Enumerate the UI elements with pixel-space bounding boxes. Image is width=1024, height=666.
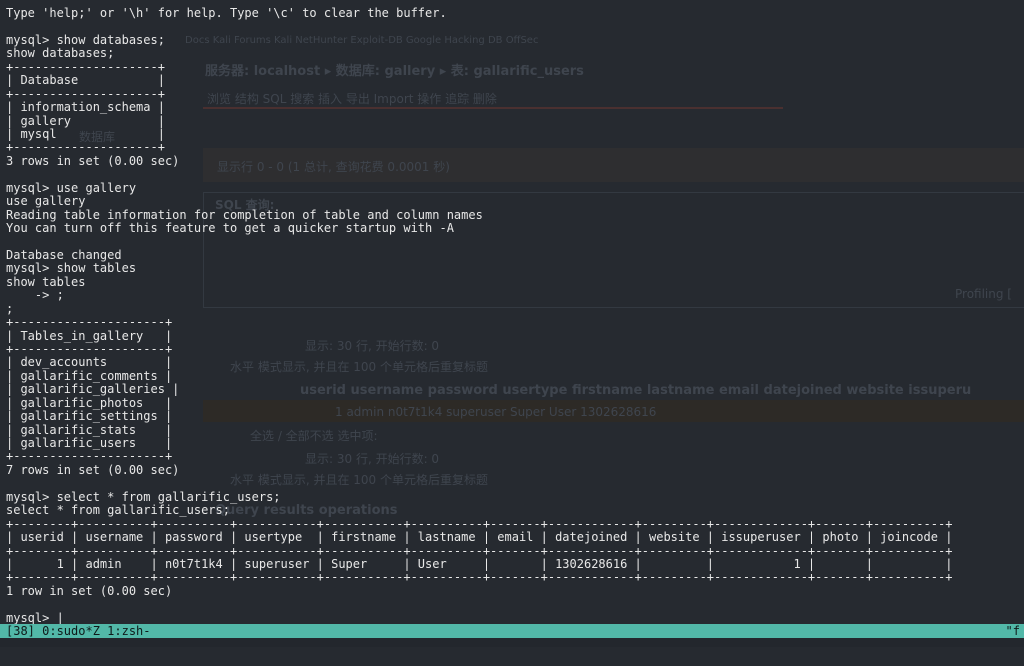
terminal-line: 3 rows in set (0.00 sec) (6, 153, 180, 168)
terminal-line: Type 'help;' or '\h' for help. Type '\c'… (6, 6, 447, 20)
terminal-line: | 1 | admin | n0t7t1k4 | superuser | Sup… (6, 556, 953, 571)
terminal-line: ; (6, 301, 14, 316)
terminal-line: | gallery | (6, 113, 165, 128)
terminal-line: Database changed (6, 247, 122, 262)
terminal-line: | gallarific_stats | (6, 422, 173, 437)
terminal-line: | gallarific_photos | (6, 395, 173, 410)
terminal-line: show databases; (6, 46, 115, 61)
terminal-line: | Tables_in_gallery | (6, 328, 173, 343)
terminal-line: +---------------------+ (6, 315, 173, 330)
terminal-output[interactable]: Type 'help;' or '\h' for help. Type '\c'… (6, 6, 1024, 625)
terminal-line: use gallery (6, 194, 86, 209)
terminal-line: | gallarific_users | (6, 436, 173, 450)
terminal-line: mysql> show tables (6, 261, 137, 276)
terminal-line: Reading table information for completion… (6, 207, 483, 222)
terminal-line: show tables (6, 274, 86, 289)
terminal-line: +--------+----------+----------+--------… (6, 570, 953, 585)
terminal-line: +---------------------+ (6, 341, 173, 356)
terminal-line: | dev_accounts | (6, 355, 173, 370)
terminal-line: | gallarific_comments | (6, 368, 173, 383)
tmux-status-right: "f (1005, 624, 1020, 638)
terminal-line: 7 rows in set (0.00 sec) (6, 462, 180, 477)
terminal-line: mysql> select * from gallarific_users; (6, 489, 281, 504)
tmux-window-list[interactable]: [38] 0:sudo*Z 1:zsh- (6, 624, 151, 638)
terminal-line: +--------------------+ (6, 86, 165, 101)
terminal-line: select * from gallarific_users; (6, 503, 230, 518)
terminal-line: | information_schema | (6, 100, 165, 115)
terminal-line: | gallarific_galleries | (6, 382, 180, 397)
window-bottom-edge (0, 638, 1024, 647)
terminal-line: mysql> show databases; (6, 32, 165, 47)
terminal-line: +---------------------+ (6, 449, 173, 464)
terminal-line: mysql> use gallery (6, 180, 137, 195)
terminal-line: | gallarific_settings | (6, 409, 173, 424)
terminal-line: -> ; (6, 288, 64, 303)
tmux-status-bar: [38] 0:sudo*Z 1:zsh- "f (0, 624, 1024, 638)
terminal-line: 1 row in set (0.00 sec) (6, 583, 173, 598)
terminal-line: +--------+----------+----------+--------… (6, 516, 953, 531)
terminal-line: | Database | (6, 73, 165, 88)
terminal-line: +--------------------+ (6, 59, 165, 74)
terminal-line: +--------------------+ (6, 140, 165, 155)
terminal-line: You can turn off this feature to get a q… (6, 221, 454, 235)
terminal-line: +--------+----------+----------+--------… (6, 543, 953, 558)
terminal-line: | userid | username | password | usertyp… (6, 530, 953, 545)
terminal-line: | mysql | (6, 126, 165, 141)
